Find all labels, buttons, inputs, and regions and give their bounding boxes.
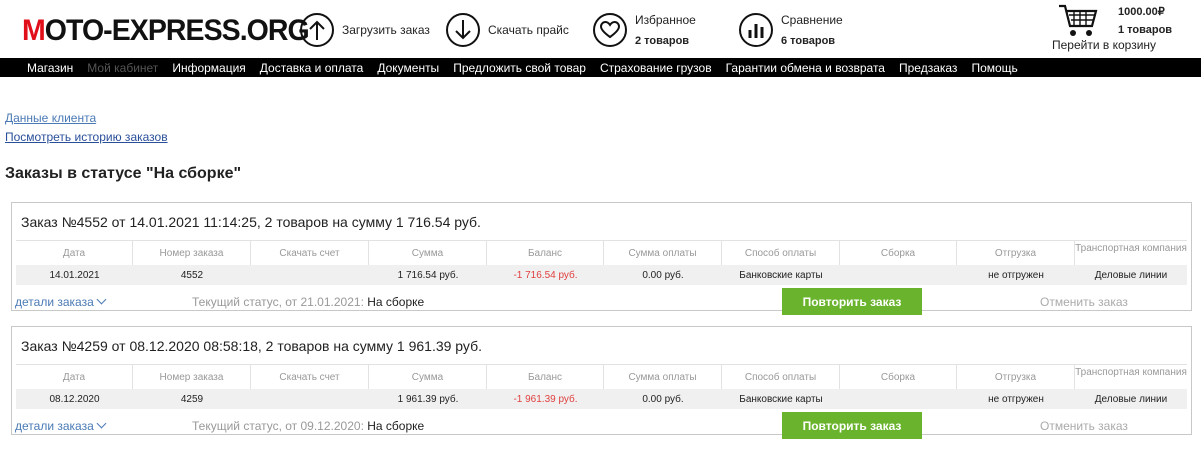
- nav-item-info[interactable]: Информация: [172, 61, 245, 75]
- cell-carrier: Деловые линии: [1094, 393, 1168, 405]
- col-shipment: Отгрузка: [957, 365, 1075, 389]
- col-shipment: Отгрузка: [957, 241, 1075, 265]
- col-sum: Сумма: [369, 241, 487, 265]
- go-to-cart-link[interactable]: Перейти в корзину: [1052, 38, 1156, 52]
- cell-date: 08.12.2020: [49, 393, 100, 405]
- col-date: Дата: [16, 241, 133, 265]
- heart-icon: [593, 13, 627, 47]
- site-logo[interactable]: MOTO-EXPRESS.ORG: [22, 14, 310, 48]
- cell-assembly: [840, 389, 957, 409]
- upload-arrow-icon: [300, 13, 334, 47]
- col-balance: Баланс: [487, 365, 604, 389]
- cell-shipment: не отгружен: [988, 393, 1044, 405]
- cart-count: 1 товаров: [1118, 24, 1173, 36]
- status-value: На сборке: [367, 295, 425, 309]
- order-details-label: детали заказа: [15, 419, 94, 433]
- cell-assembly: [840, 265, 957, 285]
- compare-label: Сравнение: [781, 12, 843, 27]
- cell-sum: 1 716.54 руб.: [397, 269, 459, 281]
- cart-total: 1000.00₽: [1118, 6, 1165, 18]
- col-number: Номер заказа: [133, 365, 251, 389]
- cancel-order-button[interactable]: Отменить заказ: [1040, 419, 1128, 433]
- download-price-button[interactable]: Скачать прайс: [446, 12, 569, 48]
- favorites-label: Избранное: [635, 12, 696, 27]
- cell-payment-method: Банковские карты: [739, 269, 823, 281]
- cell-invoice[interactable]: [251, 389, 369, 409]
- compare-count: 6 товаров: [781, 34, 836, 47]
- client-data-link[interactable]: Данные клиента: [5, 111, 96, 125]
- nav-item-help[interactable]: Помощь: [971, 61, 1017, 75]
- col-paid: Сумма оплаты: [604, 241, 722, 265]
- order-table: Дата Номер заказа Скачать счет Сумма Бал…: [16, 240, 1187, 285]
- site-header: MOTO-EXPRESS.ORG Загрузить заказ Скачать…: [0, 0, 1201, 58]
- cell-carrier: Деловые линии: [1094, 269, 1168, 281]
- cell-sum: 1 961.39 руб.: [397, 393, 459, 405]
- order-details-toggle[interactable]: детали заказа: [15, 418, 107, 433]
- download-arrow-icon: [446, 13, 480, 47]
- order-title: Заказ №4259 от 08.12.2020 08:58:18, 2 то…: [21, 338, 482, 354]
- cell-invoice[interactable]: [251, 265, 369, 285]
- repeat-order-button[interactable]: Повторить заказ: [782, 412, 922, 439]
- favorites-count: 2 товаров: [635, 34, 690, 47]
- col-paid: Сумма оплаты: [604, 365, 722, 389]
- main-nav: Магазин Мой кабинет Информация Доставка …: [0, 58, 1201, 77]
- order-title: Заказ №4552 от 14.01.2021 11:14:25, 2 то…: [21, 214, 481, 230]
- compare-button[interactable]: Сравнение 6 товаров: [739, 12, 843, 48]
- status-value: На сборке: [367, 419, 425, 433]
- col-invoice: Скачать счет: [251, 241, 369, 265]
- cell-balance: -1 716.54 руб.: [513, 269, 578, 281]
- cell-date: 14.01.2021: [49, 269, 100, 281]
- upload-order-label: Загрузить заказ: [342, 23, 430, 37]
- cell-number: 4552: [180, 269, 204, 281]
- col-number: Номер заказа: [133, 241, 251, 265]
- order-status: Текущий статус, от 21.01.2021: На сборке: [192, 295, 425, 309]
- nav-item-account[interactable]: Мой кабинет: [87, 61, 158, 75]
- col-assembly: Сборка: [840, 365, 957, 389]
- chevron-down-icon: [96, 418, 107, 429]
- cell-payment-method: Банковские карты: [739, 393, 823, 405]
- table-row: 08.12.2020 4259 1 961.39 руб. -1 961.39 …: [16, 389, 1187, 409]
- col-carrier: Транспортная компания: [1075, 367, 1187, 378]
- order-details-toggle[interactable]: детали заказа: [15, 294, 107, 309]
- cell-shipment: не отгружен: [988, 269, 1044, 281]
- order-details-label: детали заказа: [15, 295, 94, 309]
- favorites-button[interactable]: Избранное 2 товаров: [593, 12, 696, 48]
- order-card: Заказ №4259 от 08.12.2020 08:58:18, 2 то…: [11, 326, 1192, 439]
- table-row: 14.01.2021 4552 1 716.54 руб. -1 716.54 …: [16, 265, 1187, 285]
- nav-item-suggest[interactable]: Предложить свой товар: [453, 61, 586, 75]
- col-assembly: Сборка: [840, 241, 957, 265]
- nav-item-guarantee[interactable]: Гарантии обмена и возврата: [726, 61, 885, 75]
- order-history-link[interactable]: Посмотреть историю заказов: [5, 130, 168, 144]
- col-payment-method: Способ оплаты: [722, 241, 840, 265]
- upload-order-button[interactable]: Загрузить заказ: [300, 12, 430, 48]
- cell-balance: -1 961.39 руб.: [513, 393, 578, 405]
- col-payment-method: Способ оплаты: [722, 365, 840, 389]
- col-invoice: Скачать счет: [251, 365, 369, 389]
- repeat-order-button[interactable]: Повторить заказ: [782, 288, 922, 315]
- nav-item-preorder[interactable]: Предзаказ: [899, 61, 957, 75]
- table-header: Дата Номер заказа Скачать счет Сумма Бал…: [16, 240, 1187, 265]
- nav-item-insurance[interactable]: Страхование грузов: [600, 61, 712, 75]
- cell-paid: 0.00 руб.: [642, 269, 684, 281]
- order-table: Дата Номер заказа Скачать счет Сумма Бал…: [16, 364, 1187, 409]
- download-price-label: Скачать прайс: [488, 23, 569, 37]
- page-title: Заказы в статусе "На сборке": [5, 165, 242, 182]
- table-header: Дата Номер заказа Скачать счет Сумма Бал…: [16, 364, 1187, 389]
- order-status: Текущий статус, от 09.12.2020: На сборке: [192, 419, 425, 433]
- col-balance: Баланс: [487, 241, 604, 265]
- nav-item-documents[interactable]: Документы: [377, 61, 439, 75]
- cell-paid: 0.00 руб.: [642, 393, 684, 405]
- col-sum: Сумма: [369, 365, 487, 389]
- bar-chart-icon: [739, 13, 773, 47]
- col-date: Дата: [16, 365, 133, 389]
- order-card: Заказ №4552 от 14.01.2021 11:14:25, 2 то…: [11, 202, 1192, 315]
- cancel-order-button[interactable]: Отменить заказ: [1040, 295, 1128, 309]
- nav-item-shop[interactable]: Магазин: [27, 61, 73, 75]
- chevron-down-icon: [96, 294, 107, 305]
- cell-number: 4259: [180, 393, 204, 405]
- col-carrier: Транспортная компания: [1075, 243, 1187, 254]
- nav-item-delivery[interactable]: Доставка и оплата: [260, 61, 364, 75]
